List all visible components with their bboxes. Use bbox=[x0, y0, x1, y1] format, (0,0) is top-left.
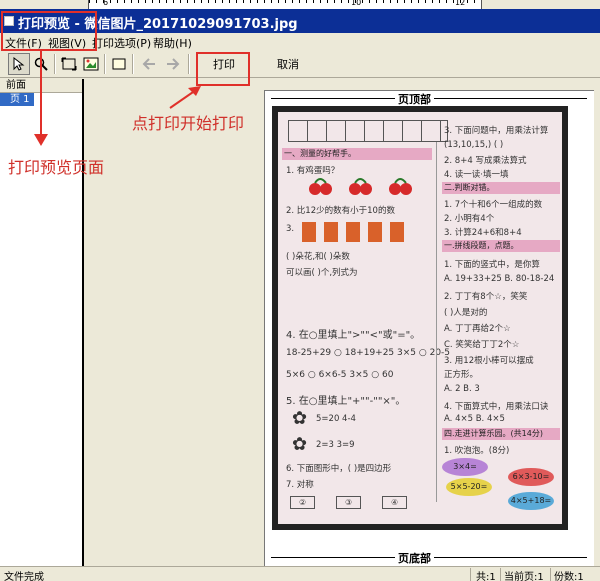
worksheet-line: 可以画( )个,列式为 bbox=[286, 268, 358, 278]
worksheet-line: 2. 小明有4个 bbox=[444, 214, 495, 224]
status-bar: 文件完成 共:1 当前页:1 份数:1 bbox=[0, 566, 600, 581]
worksheet-line: 3. 计算24+6和8+4 bbox=[444, 228, 522, 238]
status-total-pages: 共:1 bbox=[476, 572, 496, 581]
flower-icon: ✿ bbox=[292, 434, 308, 455]
arrow-down-icon bbox=[34, 134, 48, 146]
worksheet-line: 6. 下面图形中，( )是四边形 bbox=[286, 464, 392, 474]
header-label: 页顶部 bbox=[395, 91, 434, 107]
cherry-icon bbox=[349, 178, 372, 195]
worksheet-line: 1. 下面的竖式中，是你算 bbox=[444, 260, 540, 270]
worksheet-line: 2=3 3=9 bbox=[316, 440, 355, 450]
pointer-icon[interactable] bbox=[8, 53, 30, 75]
worksheet-line: 2. 8+4 写成乘法算式 bbox=[444, 156, 527, 166]
arrow-up-right-icon bbox=[169, 86, 201, 109]
status-separator bbox=[470, 568, 471, 581]
annotation-arrow-preview bbox=[40, 51, 42, 137]
worksheet-line: ( )人是对的 bbox=[444, 308, 488, 318]
worksheet-line: 2. 丁丁有8个☆，笑笑 bbox=[444, 292, 528, 302]
page-list-item[interactable]: 页 1 bbox=[0, 93, 34, 106]
section-band: 一、测量的好帮手。 bbox=[282, 148, 432, 160]
toolbar-separator bbox=[104, 54, 106, 74]
worksheet-line: 正方形。 bbox=[444, 370, 479, 380]
worksheet-line: 5. 在○里填上"+""-""×"。 bbox=[286, 396, 406, 407]
page-list: 前面 页 1 bbox=[0, 79, 84, 566]
worksheet-line: 4. 读一读·填一填 bbox=[444, 170, 509, 180]
worksheet-line: ( )朵花,和( )朵数 bbox=[286, 252, 350, 262]
full-page-icon[interactable] bbox=[108, 53, 130, 75]
worksheet-line: 1. 吹泡泡。(8分) bbox=[444, 446, 510, 456]
status-separator bbox=[550, 568, 551, 581]
bubble-ellipse: 4×5+18= bbox=[508, 492, 554, 510]
worksheet-right-column: 3. 下面问题中，用乘法计算 (13,10,15,) ( ) 2. 8+4 写成… bbox=[442, 112, 560, 524]
status-separator bbox=[500, 568, 501, 581]
ruler-scale: 6 10 12 bbox=[88, 0, 482, 9]
worksheet-line: A. 19+33+25 B. 80-18-24 bbox=[444, 274, 555, 284]
section-band: 一.拼线段题，点题。 bbox=[442, 240, 560, 252]
worksheet-line: 3. 下面问题中，用乘法计算 bbox=[444, 126, 549, 136]
title-highlight-box bbox=[1, 11, 97, 51]
hex-shape: ③ bbox=[336, 496, 362, 509]
menu-print-options[interactable]: 打印选项(P) bbox=[92, 35, 151, 51]
worksheet-line: A. 2 B. 3 bbox=[444, 384, 480, 394]
worksheet-sheet: 一、测量的好帮手。 1. 有鸡蛋吗？ 2. 比12少的数有小于10的数 3. (… bbox=[278, 112, 562, 524]
worksheet-left-column: 一、测量的好帮手。 1. 有鸡蛋吗？ 2. 比12少的数有小于10的数 3. (… bbox=[282, 112, 450, 524]
arrow-left-icon[interactable] bbox=[138, 53, 160, 75]
annotation-preview-label: 打印预览页面 bbox=[8, 158, 105, 177]
hex-shape: ② bbox=[290, 496, 316, 509]
section-band: 四.走进计算乐园。(共14分) bbox=[442, 428, 560, 440]
bubble-ellipse: 5×5-20= bbox=[446, 478, 492, 496]
worksheet-line: 1. 7个十和6个一组成的数 bbox=[444, 200, 543, 210]
worksheet-line: (13,10,15,) ( ) bbox=[444, 140, 504, 150]
toolbar-separator bbox=[54, 54, 56, 74]
status-text: 文件完成 bbox=[4, 572, 44, 581]
worksheet-line: 4. 下面算式中，用乘法口诀 bbox=[444, 402, 549, 412]
column-divider bbox=[436, 142, 437, 502]
cherry-icon bbox=[389, 178, 412, 195]
status-current-page: 当前页:1 bbox=[504, 572, 544, 581]
worksheet-line: 4. 在○里填上">""<"或"="。 bbox=[286, 330, 421, 341]
worksheet-line: A. 4×5 B. 4×5 bbox=[444, 414, 505, 424]
worksheet-line: 7. 对称 bbox=[286, 480, 314, 490]
worksheet-line: 18-25+29 ○ 18+19+25 3×5 ○ 20-5 bbox=[286, 348, 451, 358]
annotation-print-hint: 点打印开始打印 bbox=[132, 114, 245, 133]
worksheet-line: 5×6 ○ 6×6-5 3×5 ○ 60 bbox=[286, 370, 394, 380]
worksheet-line: 3. bbox=[286, 224, 295, 234]
section-band: 二.判断对错。 bbox=[442, 182, 560, 194]
worksheet-line: 2. 比12少的数有小于10的数 bbox=[286, 206, 395, 216]
worksheet-line: 5=20 4-4 bbox=[316, 414, 356, 424]
print-highlight-box bbox=[196, 52, 250, 86]
worksheet-line: A. 丁丁再给2个☆ bbox=[444, 324, 511, 334]
bubble-ellipse: 6×3-10= bbox=[508, 468, 554, 486]
worksheet-line: C. 笑笑给丁丁2个☆ bbox=[444, 340, 520, 350]
cherry-icon bbox=[309, 178, 332, 195]
footer-label: 页底部 bbox=[395, 550, 434, 566]
toolbar: 打印 取消 bbox=[0, 50, 600, 78]
cancel-button[interactable]: 取消 bbox=[266, 54, 310, 74]
ruler-number: 12 bbox=[455, 0, 466, 7]
hex-shape: ④ bbox=[382, 496, 408, 509]
ruler-number: 6 bbox=[103, 0, 109, 7]
menu-help[interactable]: 帮助(H) bbox=[153, 35, 192, 51]
arrow-right-icon[interactable] bbox=[162, 53, 184, 75]
status-copies: 份数:1 bbox=[554, 572, 584, 581]
fit-page-icon[interactable] bbox=[58, 53, 80, 75]
worksheet-line: 3. 用12根小棒可以摆成 bbox=[444, 356, 534, 366]
fit-image-icon[interactable] bbox=[80, 53, 102, 75]
flower-row-image bbox=[302, 222, 412, 242]
bubble-ellipse: 3×4= bbox=[442, 458, 488, 476]
worksheet-photo: 一、测量的好帮手。 1. 有鸡蛋吗？ 2. 比12少的数有小于10的数 3. (… bbox=[272, 106, 568, 530]
toolbar-separator bbox=[188, 54, 190, 74]
toolbar-separator bbox=[132, 54, 134, 74]
ruler-number: 10 bbox=[351, 0, 362, 7]
ruler: 6 10 12 bbox=[0, 0, 600, 9]
flower-icon: ✿ bbox=[292, 408, 308, 429]
